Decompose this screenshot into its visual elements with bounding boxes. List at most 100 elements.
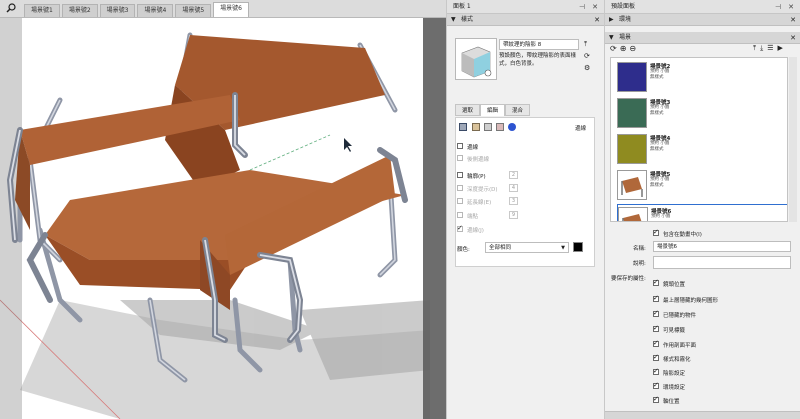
tray-title-bar: 面板 1 ⊣ ✕ — [447, 0, 604, 14]
jitter-checkbox[interactable] — [457, 224, 463, 232]
scene-tab[interactable]: 場景號4 — [137, 4, 174, 17]
scene-list-scrollbar[interactable] — [789, 57, 797, 222]
details-icon[interactable]: ▶ — [778, 44, 787, 52]
property-label: 鏡頭位置 — [663, 282, 686, 288]
include-animation-checkbox[interactable] — [653, 228, 659, 236]
back-edges-label: 後側邊線 — [467, 157, 490, 163]
close-icon[interactable]: ✕ — [786, 2, 796, 12]
search-icon[interactable] — [0, 0, 22, 17]
scene-tab-bar: 場景號1 場景號2 場景號3 場景號4 場景號5 場景號6 — [0, 0, 446, 18]
extension-checkbox[interactable] — [457, 198, 463, 204]
property-checkbox[interactable] — [653, 294, 659, 302]
include-animation-label: 包含在動畫中(I) — [663, 232, 702, 238]
list-item-selected[interactable]: 場景號6 預約 小圖 — [617, 204, 787, 221]
property-checkbox[interactable] — [653, 339, 659, 347]
style-name-field[interactable]: 帶紋理的陰影 8 — [499, 39, 579, 50]
scene-thumbnail — [617, 98, 647, 128]
property-checkbox[interactable] — [653, 395, 659, 403]
scene-tab[interactable]: 場景號2 — [61, 4, 98, 17]
property-checkbox[interactable] — [653, 353, 659, 361]
property-checkbox[interactable] — [653, 309, 659, 317]
list-item[interactable]: 場景號3 預約 小圖 無樣式 — [617, 96, 787, 132]
property-checkbox[interactable] — [653, 278, 659, 286]
tab-select[interactable]: 選取 — [455, 104, 481, 116]
environment-section-header[interactable]: ▶ 環境 ✕ — [605, 14, 800, 26]
pin-icon[interactable]: ⊣ — [773, 2, 783, 12]
property-label: 樣式和霧化 — [663, 357, 691, 363]
scene-thumbnail — [618, 207, 648, 221]
property-checkbox[interactable] — [653, 367, 659, 375]
scene-desc: 預約 小圖 無樣式 — [650, 69, 670, 80]
refresh-icon[interactable]: ⟳ — [584, 52, 590, 60]
scenes-section-header[interactable]: ▼ 場景 ✕ — [605, 32, 800, 44]
property-checkbox[interactable] — [653, 381, 659, 389]
add-scene-icon[interactable]: ⊕ — [620, 44, 630, 53]
chevron-down-icon: ▼ — [609, 34, 614, 41]
depth-cue-value[interactable]: 4 — [509, 184, 518, 192]
property-label: 可見標籤 — [663, 328, 686, 334]
remove-scene-icon[interactable]: ⊖ — [629, 44, 639, 53]
property-label: 已隱藏的物件 — [663, 313, 697, 319]
tray-title: 預設面板 — [611, 3, 636, 10]
profiles-value[interactable]: 2 — [509, 171, 518, 179]
face-settings-icon[interactable] — [472, 123, 480, 131]
watermark-settings-icon[interactable] — [496, 123, 504, 131]
profiles-checkbox[interactable] — [457, 172, 463, 178]
back-edges-checkbox[interactable] — [457, 155, 463, 161]
scene-desc: 預約 小圖 無樣式 — [650, 177, 670, 188]
scene-tab[interactable]: 場景號5 — [175, 4, 212, 17]
tray-title: 面板 1 — [453, 3, 471, 10]
environment-section-label: 環境 — [619, 16, 632, 23]
update-style-icon[interactable]: ⤒ — [584, 40, 587, 49]
model-viewport[interactable]: 場景號1 場景號2 場景號3 場景號4 場景號5 場景號6 — [0, 0, 446, 419]
update-scene-icon[interactable]: ⟳ — [610, 44, 620, 53]
list-item[interactable]: 場景號2 預約 小圖 無樣式 — [617, 60, 787, 96]
extension-label: 延長線(E) — [467, 200, 492, 206]
tray-panel-default: 預設面板 ⊣ ✕ ▶ 環境 ✕ ▼ 場景 ✕ ⟳⊕⊖ ⤒⤓☰▶ 場景號2 預約 … — [604, 0, 800, 419]
close-section-icon[interactable]: ✕ — [790, 32, 796, 44]
scene-order-toolbar: ⤒⤓☰▶ — [753, 44, 787, 53]
scene-name-field[interactable]: 場景號6 — [653, 241, 791, 252]
list-item[interactable]: 場景號4 預約 小圖 無樣式 — [617, 132, 787, 168]
endpoints-value[interactable]: 9 — [509, 211, 518, 219]
tray-title-bar: 預設面板 ⊣ ✕ — [605, 0, 800, 14]
close-section-icon[interactable]: ✕ — [594, 14, 600, 26]
styles-section-header[interactable]: ▼ 樣式 ✕ — [447, 14, 604, 26]
color-label: 顏色: — [457, 247, 470, 253]
tab-edit[interactable]: 編輯 — [480, 104, 506, 116]
edges-checkbox[interactable] — [457, 143, 463, 149]
endpoints-label: 端點 — [467, 214, 479, 220]
property-checkbox[interactable] — [653, 324, 659, 332]
extension-value[interactable]: 3 — [509, 197, 518, 205]
styles-section-label: 樣式 — [461, 16, 474, 23]
edge-heading: 邊線 — [575, 126, 587, 132]
tab-mix[interactable]: 混合 — [505, 104, 531, 116]
edge-settings-icon[interactable] — [459, 123, 467, 131]
scene-tab[interactable]: 場景號3 — [99, 4, 136, 17]
scene-tab[interactable]: 場景號1 — [24, 4, 60, 17]
endpoints-checkbox[interactable] — [457, 212, 463, 218]
pin-icon[interactable]: ⊣ — [577, 2, 587, 12]
scene-tab-active[interactable]: 場景號6 — [213, 2, 249, 17]
style-options-icon[interactable]: ⚙ — [584, 64, 590, 72]
background-settings-icon[interactable] — [484, 123, 492, 131]
property-label: 環境設定 — [663, 385, 686, 391]
jitter-label: 邊線(J) — [467, 228, 484, 234]
name-label: 名稱: — [633, 246, 646, 252]
properties-label: 要保存的屬性: — [611, 276, 646, 282]
chair-render — [0, 18, 446, 419]
scene-description-field[interactable] — [653, 256, 791, 269]
close-icon[interactable]: ✕ — [590, 2, 600, 12]
scene-toolbar: ⟳⊕⊖ — [610, 44, 639, 53]
color-select[interactable]: 全部相同 ▼ — [485, 242, 569, 253]
style-thumbnail — [455, 38, 497, 80]
close-section-icon[interactable]: ✕ — [790, 14, 796, 26]
collapsed-section-header[interactable] — [605, 411, 800, 419]
depth-cue-checkbox[interactable] — [457, 185, 463, 191]
list-item[interactable]: 場景號5 預約 小圖 無樣式 — [617, 168, 787, 204]
scenes-section-label: 場景 — [619, 34, 632, 41]
scene-desc: 預約 小圖 — [651, 214, 671, 219]
color-swatch[interactable] — [573, 242, 583, 252]
modeling-settings-icon[interactable] — [508, 123, 516, 131]
view-options-icon[interactable]: ☰ — [767, 44, 777, 52]
